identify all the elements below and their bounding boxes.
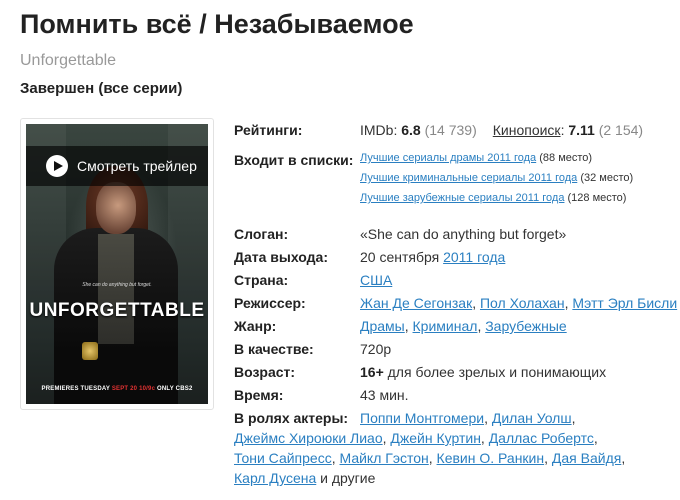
watch-trailer-label: Смотреть трейлер — [77, 158, 197, 174]
ratings-label: Рейтинги: — [234, 122, 303, 138]
watch-trailer-button[interactable]: Смотреть трейлер — [26, 146, 208, 186]
separator: , — [621, 450, 626, 466]
slogan-label: Слоган: — [234, 226, 289, 242]
separator: , — [428, 450, 433, 466]
country-label: Страна: — [234, 272, 289, 288]
cast-more: и другие — [320, 470, 376, 486]
genre-link[interactable]: Криминал — [413, 318, 478, 334]
list-item: Лучшие криминальные сериалы 2011 года (3… — [360, 172, 633, 184]
poster-network: ONLY CBS — [156, 386, 189, 392]
separator: , — [382, 430, 387, 446]
page-title: Помнить всё / Незабываемое — [20, 9, 414, 39]
poster-logo: UNFORGETTABLE — [29, 300, 205, 321]
age-label: Возраст: — [234, 364, 296, 380]
kinopoisk-colon: : — [560, 122, 565, 138]
poster-image[interactable]: She can do anything but forget. UNFORGET… — [26, 124, 208, 404]
separator: , — [331, 450, 336, 466]
actor-link[interactable]: Джеймс Хироюки Лиао — [234, 430, 383, 446]
quality-label: В качестве: — [234, 341, 314, 357]
duration-value: 43 мин. — [360, 387, 409, 403]
kinopoisk-score: 7.11 — [568, 122, 595, 138]
slogan-value: «She can do anything but forget» — [360, 226, 567, 242]
imdb-score: 6.8 — [401, 122, 421, 138]
kinopoisk-link[interactable]: Кинопоиск — [493, 122, 561, 138]
poster-premiere-day: PREMIERES TUESDAY — [41, 386, 110, 392]
original-title: Unforgettable — [20, 52, 117, 69]
poster-premiere-date: SEPT 20 10/9c — [111, 386, 156, 392]
cast-line: Карл Дусена и другие — [234, 470, 375, 486]
cast-line: Тони Сайпресс, Майкл Гэстон, Кевин О. Ра… — [234, 450, 625, 466]
release-date: 20 сентября — [360, 249, 440, 265]
poster-frame: She can do anything but forget. UNFORGET… — [20, 118, 214, 410]
country-value: США — [360, 272, 392, 288]
cast-label: В ролях актеры: — [234, 410, 349, 426]
list-place: (128 место) — [567, 192, 627, 204]
genre-value: Драмы, Криминал, Зарубежные — [360, 318, 567, 334]
list-link-drama[interactable]: Лучшие сериалы драмы 2011 года — [360, 152, 536, 164]
imdb-label: IMDb: — [360, 122, 398, 138]
poster-figure-shirt — [98, 234, 134, 344]
separator: , — [571, 410, 576, 426]
list-place: (88 место) — [539, 152, 593, 164]
separator: , — [477, 318, 482, 334]
separator: , — [544, 450, 548, 466]
quality-value: 720p — [360, 341, 392, 357]
poster-network-number: 2 — [188, 386, 193, 392]
play-icon — [46, 155, 68, 177]
director-link[interactable]: Жан Де Сегонзак — [360, 295, 472, 311]
actor-link[interactable]: Дая Вайдя — [552, 450, 621, 466]
lists-label: Входит в списки: — [234, 152, 354, 168]
country-link[interactable]: США — [360, 272, 392, 288]
age-description: для более зрелых и понимающих — [387, 364, 607, 380]
actor-link[interactable]: Джейн Куртин — [390, 430, 481, 446]
series-status: Завершен (все серии) — [20, 80, 183, 97]
poster-tagline: She can do anything but forget. — [82, 282, 152, 288]
cast-line: Поппи Монтгомери, Дилан Уолш, — [360, 410, 575, 426]
actor-link[interactable]: Даллас Робертс — [489, 430, 594, 446]
director-value: Жан Де Сегонзак, Пол Холахан, Мэтт Эрл Б… — [360, 295, 677, 311]
separator: , — [404, 318, 409, 334]
release-label: Дата выхода: — [234, 249, 328, 265]
duration-label: Время: — [234, 387, 284, 403]
age-value: 16+ для более зрелых и понимающих — [360, 364, 606, 380]
actor-link[interactable]: Поппи Монтгомери — [360, 410, 484, 426]
director-link[interactable]: Мэтт Эрл Бисли — [572, 295, 677, 311]
release-value: 20 сентября 2011 года — [360, 249, 505, 265]
actor-link[interactable]: Майкл Гэстон — [340, 450, 429, 466]
poster-badge — [82, 342, 98, 360]
age-rating: 16+ — [360, 364, 384, 380]
actor-link[interactable]: Дилан Уолш — [492, 410, 572, 426]
genre-label: Жанр: — [234, 318, 277, 334]
imdb-votes: (14 739) — [424, 122, 477, 138]
separator: , — [593, 430, 598, 446]
director-link[interactable]: Пол Холахан — [480, 295, 565, 311]
list-link-crime[interactable]: Лучшие криминальные сериалы 2011 года — [360, 172, 577, 184]
poster-premiere-line: PREMIERES TUESDAY SEPT 20 10/9c ONLY CBS… — [26, 386, 208, 392]
actor-link[interactable]: Карл Дусена — [234, 470, 316, 486]
list-item: Лучшие зарубежные сериалы 2011 года (128… — [360, 192, 626, 204]
poster-figure-face — [96, 182, 136, 234]
separator: , — [480, 430, 485, 446]
ratings-value: IMDb: 6.8 (14 739) Кинопоиск: 7.11 (2 154… — [360, 122, 643, 138]
separator: , — [472, 295, 477, 311]
list-item: Лучшие сериалы драмы 2011 года (88 место… — [360, 152, 592, 164]
cast-line: Джеймс Хироюки Лиао, Джейн Куртин, Далла… — [234, 430, 598, 446]
actor-link[interactable]: Кевин О. Ранкин — [437, 450, 545, 466]
list-place: (32 место) — [580, 172, 634, 184]
separator: , — [484, 410, 488, 426]
genre-link[interactable]: Зарубежные — [485, 318, 566, 334]
release-year-link[interactable]: 2011 года — [443, 249, 505, 265]
actor-link[interactable]: Тони Сайпресс — [234, 450, 332, 466]
director-label: Режиссер: — [234, 295, 306, 311]
genre-link[interactable]: Драмы — [360, 318, 405, 334]
list-link-foreign[interactable]: Лучшие зарубежные сериалы 2011 года — [360, 192, 564, 204]
separator: , — [564, 295, 569, 311]
kinopoisk-votes: (2 154) — [598, 122, 644, 138]
